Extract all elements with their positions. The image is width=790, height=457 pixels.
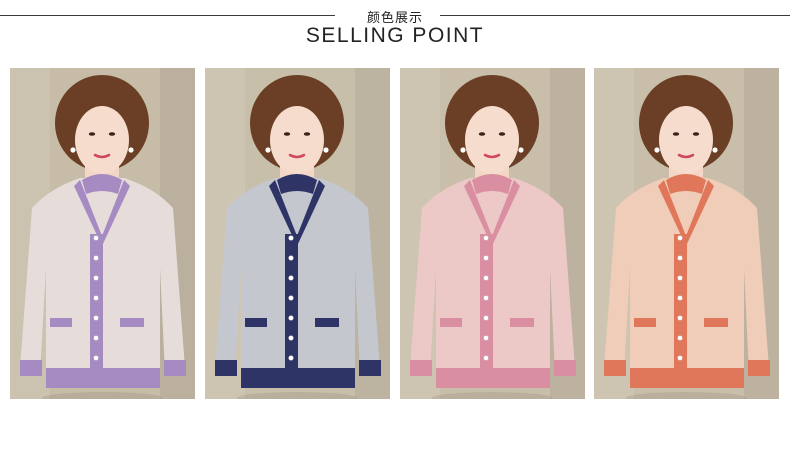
model-sweater-illustration	[205, 68, 390, 399]
product-photo-coral[interactable]	[594, 68, 779, 399]
model-sweater-illustration	[594, 68, 779, 399]
product-photo-navy[interactable]	[205, 68, 390, 399]
product-photo-lavender[interactable]	[10, 68, 195, 399]
product-photo-pink[interactable]	[400, 68, 585, 399]
section-header: 颜色展示 SELLING POINT	[0, 0, 790, 52]
model-sweater-illustration	[400, 68, 585, 399]
model-sweater-illustration	[10, 68, 195, 399]
section-title-english: SELLING POINT	[305, 24, 485, 47]
